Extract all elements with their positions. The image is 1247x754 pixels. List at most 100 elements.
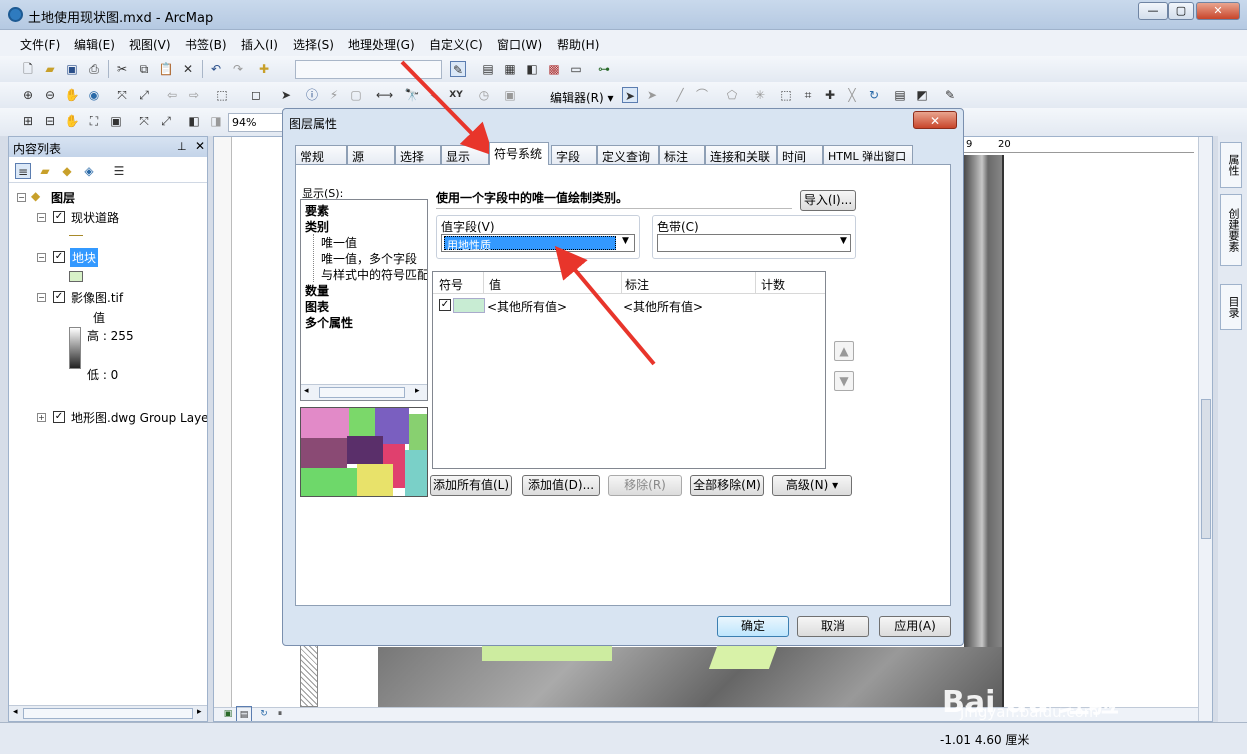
sketch-properties-icon[interactable]: ◩ xyxy=(914,87,930,103)
zoom-in-icon[interactable]: ⊕ xyxy=(20,87,36,103)
identify-icon[interactable]: ⓘ xyxy=(304,87,320,103)
horizontal-scrollbar[interactable]: ◂ ▸ xyxy=(9,705,207,721)
tab-general[interactable]: 常规 xyxy=(295,145,347,164)
fixed-zoom-out-layout-icon[interactable]: ⤢ xyxy=(158,113,174,129)
next-extent-layout-icon[interactable]: ◨ xyxy=(208,113,224,129)
endpoint-arc-icon[interactable]: ⌒ xyxy=(694,87,710,103)
move-up-icon[interactable]: ▲ xyxy=(834,341,854,361)
scroll-right-icon[interactable]: ▸ xyxy=(415,386,420,396)
expand-toggle[interactable]: − xyxy=(37,253,46,262)
copy-icon[interactable]: ⧉ xyxy=(136,61,152,77)
back-icon[interactable]: ⇦ xyxy=(164,87,180,103)
layout-view-icon[interactable]: ▤ xyxy=(236,706,252,721)
undo-icon[interactable]: ↶ xyxy=(208,61,224,77)
maximize-button[interactable]: ▢ xyxy=(1168,2,1194,20)
remove-all-button[interactable]: 全部移除(M) xyxy=(690,475,764,496)
hyperlink-icon[interactable]: ⚡ xyxy=(326,87,342,103)
editor-toolbar-icon[interactable]: ✎ xyxy=(450,61,466,77)
tree-item-unique-values[interactable]: 唯一值 xyxy=(321,234,357,251)
show-tree[interactable]: 要素 类别 唯一值 唯一值，多个字段 与样式中的符号匹配 数量 图表 多个属性 … xyxy=(300,199,428,401)
arctoolbox-icon[interactable]: ▩ xyxy=(546,61,562,77)
zoom-percent-combobox[interactable]: 94% xyxy=(228,113,284,132)
search-window-icon[interactable]: ◧ xyxy=(524,61,540,77)
create-viewer-icon[interactable]: ▣ xyxy=(502,87,518,103)
model-builder-icon[interactable]: ⊶ xyxy=(596,61,612,77)
header-label[interactable]: 标注 xyxy=(625,276,649,293)
tab-symbology[interactable]: 符号系统 xyxy=(489,142,549,165)
tree-item-charts[interactable]: 图表 xyxy=(305,298,329,315)
editor-menu[interactable]: 编辑器(R) ▾ xyxy=(550,89,614,106)
straight-segment-icon[interactable]: ╱ xyxy=(672,87,688,103)
tab-selection[interactable]: 选择 xyxy=(395,145,441,164)
table-icon[interactable]: ▤ xyxy=(480,61,496,77)
expand-toggle[interactable]: − xyxy=(37,213,46,222)
layer-checkbox[interactable]: ✓ xyxy=(53,291,65,303)
layer-checkbox[interactable]: ✓ xyxy=(53,411,65,423)
new-document-icon[interactable]: 🗋 xyxy=(20,61,36,77)
edit-tool-icon[interactable]: ➤ xyxy=(622,87,638,103)
import-button[interactable]: 导入(I)... xyxy=(800,190,856,211)
layer-name[interactable]: 现状道路 xyxy=(71,209,119,226)
expand-toggle[interactable]: − xyxy=(17,193,26,202)
select-features-icon[interactable]: ⬚ xyxy=(214,87,230,103)
tree-item-features[interactable]: 要素 xyxy=(305,202,329,219)
layer-name-selected[interactable]: 地块 xyxy=(70,248,99,267)
menu-geoprocessing[interactable]: 地理处理(G) xyxy=(348,36,415,53)
save-icon[interactable]: ▣ xyxy=(64,61,80,77)
open-folder-icon[interactable]: ▰ xyxy=(42,61,58,77)
scroll-thumb[interactable] xyxy=(319,387,405,398)
layout-pan-icon[interactable]: ✋ xyxy=(64,113,80,129)
list-by-selection-icon[interactable]: ◈ xyxy=(81,163,97,179)
menu-windows[interactable]: 窗口(W) xyxy=(497,36,542,53)
expand-toggle[interactable]: − xyxy=(37,293,46,302)
list-by-source-icon[interactable]: ▰ xyxy=(37,163,53,179)
toc-close-icon[interactable]: ✕ xyxy=(195,139,205,153)
dropdown-arrow-icon[interactable]: ▼ xyxy=(840,236,847,246)
tab-fields[interactable]: 字段 xyxy=(551,145,597,164)
clear-selection-icon[interactable]: ◻ xyxy=(248,87,264,103)
tree-item-quantities[interactable]: 数量 xyxy=(305,282,329,299)
layout-zoom-out-icon[interactable]: ⊟ xyxy=(42,113,58,129)
point-icon[interactable]: ✳ xyxy=(752,87,768,103)
redo-icon[interactable]: ↷ xyxy=(230,61,246,77)
layout-zoom-in-icon[interactable]: ⊞ xyxy=(20,113,36,129)
symbol-swatch[interactable] xyxy=(453,298,485,313)
reshape-icon[interactable]: ⌗ xyxy=(800,87,816,103)
paste-icon[interactable]: 📋 xyxy=(158,61,174,77)
layer-name[interactable]: 地形图.dwg Group Layer xyxy=(71,409,207,426)
edit-annotation-icon[interactable]: ➤ xyxy=(644,87,660,103)
find-route-icon[interactable]: ⌖ xyxy=(426,87,442,103)
layer-checkbox[interactable]: ✓ xyxy=(53,251,65,263)
side-tab-attributes[interactable]: 属性 xyxy=(1220,142,1242,188)
zoom-out-icon[interactable]: ⊖ xyxy=(42,87,58,103)
go-to-xy-icon[interactable]: XY xyxy=(448,87,464,103)
time-slider-icon[interactable]: ◷ xyxy=(476,87,492,103)
scroll-thumb[interactable] xyxy=(23,708,193,719)
add-data-icon[interactable]: ✚ xyxy=(256,61,272,77)
tab-display[interactable]: 显示 xyxy=(441,145,489,164)
menu-edit[interactable]: 编辑(E) xyxy=(74,36,115,53)
tree-item-unique-values-many[interactable]: 唯一值，多个字段 xyxy=(321,250,417,267)
dropdown-arrow-icon[interactable]: ▼ xyxy=(622,236,629,246)
print-icon[interactable]: ⎙ xyxy=(86,61,102,77)
fixed-zoom-in-layout-icon[interactable]: ⤧ xyxy=(136,113,152,129)
ok-button[interactable]: 确定 xyxy=(717,616,789,637)
tree-item-match-style[interactable]: 与样式中的符号匹配 xyxy=(321,266,427,283)
layer-name[interactable]: 影像图.tif xyxy=(71,289,123,306)
menu-customize[interactable]: 自定义(C) xyxy=(429,36,483,53)
edit-vertices-icon[interactable]: ⬚ xyxy=(778,87,794,103)
scale-combobox[interactable] xyxy=(295,60,442,79)
tree-item-multiple-attributes[interactable]: 多个属性 xyxy=(305,314,353,331)
pin-icon[interactable]: ⊥ xyxy=(177,140,187,153)
refresh-icon[interactable]: ↻ xyxy=(256,706,272,721)
fixed-zoom-out-icon[interactable]: ⤢ xyxy=(136,87,152,103)
tree-scrollbar[interactable]: ◂ ▸ xyxy=(301,384,427,400)
scroll-left-icon[interactable]: ◂ xyxy=(13,707,18,717)
cancel-button[interactable]: 取消 xyxy=(797,616,869,637)
tab-html-popup[interactable]: HTML 弹出窗口 xyxy=(823,145,913,164)
zoom-100-icon[interactable]: ▣ xyxy=(108,113,124,129)
line-symbol[interactable] xyxy=(69,235,83,236)
menu-file[interactable]: 文件(F) xyxy=(20,36,60,53)
expand-toggle[interactable]: + xyxy=(37,413,46,422)
vertical-scrollbar[interactable] xyxy=(1198,137,1212,721)
